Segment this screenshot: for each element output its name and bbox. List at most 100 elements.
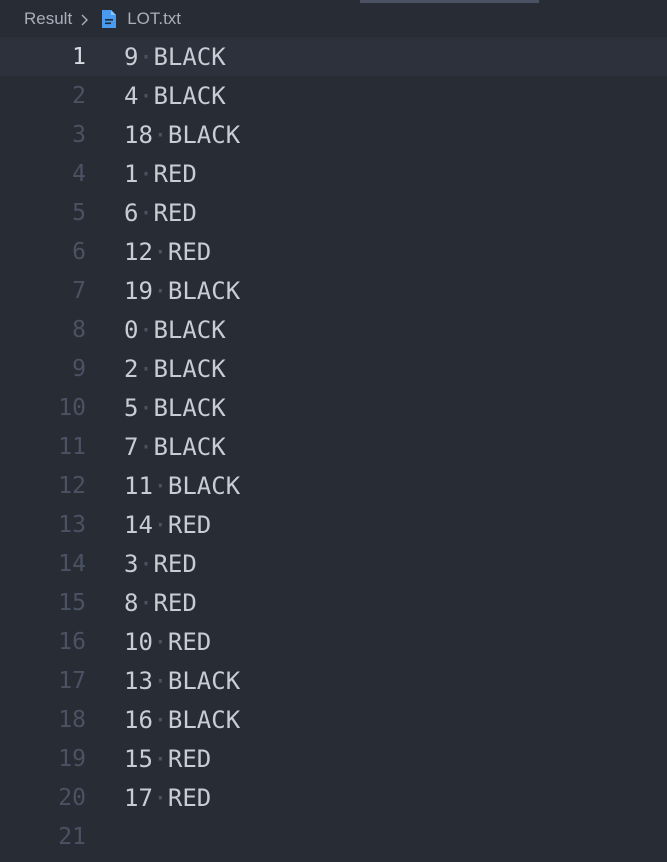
- editor-line[interactable]: 11 7·BLACK: [0, 427, 667, 466]
- editor-line[interactable]: 8 0·BLACK: [0, 310, 667, 349]
- line-color-word: BLACK: [153, 393, 226, 422]
- editor-line[interactable]: 7 19·BLACK: [0, 271, 667, 310]
- whitespace-dot-icon: ·: [138, 588, 154, 617]
- line-number: 5: [72, 199, 86, 226]
- editor-line[interactable]: 21: [0, 817, 667, 856]
- line-content: 17·RED: [124, 784, 211, 812]
- line-number-value: 16: [124, 705, 153, 734]
- line-number: 19: [58, 745, 86, 772]
- line-number-value: 7: [124, 432, 139, 461]
- line-number: 20: [58, 784, 86, 811]
- line-number: 10: [58, 394, 86, 421]
- line-content: 10·RED: [124, 628, 211, 656]
- editor-line[interactable]: 9 2·BLACK: [0, 349, 667, 388]
- line-color-word: BLACK: [153, 432, 226, 461]
- line-color-word: RED: [153, 198, 197, 227]
- line-number: 2: [72, 82, 86, 109]
- line-content: 5·BLACK: [124, 394, 226, 422]
- line-color-word: RED: [153, 159, 197, 188]
- line-number-value: 0: [124, 315, 139, 344]
- line-content: 11·BLACK: [124, 472, 240, 500]
- editor-line[interactable]: 14 3·RED: [0, 544, 667, 583]
- editor-line[interactable]: 17 13·BLACK: [0, 661, 667, 700]
- breadcrumb-file[interactable]: LOT.txt: [127, 9, 181, 29]
- whitespace-dot-icon: ·: [153, 510, 168, 539]
- line-number-value: 13: [124, 666, 153, 695]
- editor-line[interactable]: 6 12·RED: [0, 232, 667, 271]
- line-number-value: 6: [124, 198, 139, 227]
- whitespace-dot-icon: ·: [153, 471, 168, 500]
- line-number-value: 9: [124, 42, 139, 71]
- line-number-value: 1: [124, 159, 139, 188]
- editor-line[interactable]: 3 18·BLACK: [0, 115, 667, 154]
- editor-line[interactable]: 1 9·BLACK: [0, 37, 667, 76]
- breadcrumb-root[interactable]: Result: [24, 9, 72, 29]
- line-content: 16·BLACK: [124, 706, 240, 734]
- line-number-value: 17: [124, 783, 153, 812]
- line-color-word: BLACK: [167, 471, 241, 500]
- line-number: 8: [72, 316, 86, 343]
- whitespace-dot-icon: ·: [138, 432, 154, 461]
- whitespace-dot-icon: ·: [138, 315, 154, 344]
- line-number-value: 19: [124, 276, 153, 305]
- line-color-word: BLACK: [167, 705, 241, 734]
- line-content: 18·BLACK: [124, 121, 240, 149]
- whitespace-dot-icon: ·: [138, 354, 154, 383]
- editor-line[interactable]: 5 6·RED: [0, 193, 667, 232]
- line-color-word: RED: [167, 237, 212, 266]
- line-number-value: 12: [124, 237, 153, 266]
- line-color-word: BLACK: [167, 666, 241, 695]
- editor-line[interactable]: 19 15·RED: [0, 739, 667, 778]
- whitespace-dot-icon: ·: [138, 159, 154, 188]
- line-color-word: RED: [153, 549, 197, 578]
- file-text-icon: [100, 9, 118, 29]
- line-content: 4·BLACK: [124, 82, 226, 110]
- code-editor[interactable]: 1 9·BLACK 2 4·BLACK 3 18·BLACK 4 1·RED 5 6·RED 6 12…: [0, 37, 667, 862]
- line-content: 3·RED: [124, 550, 197, 578]
- line-number: 13: [58, 511, 86, 538]
- chevron-right-icon: [78, 12, 92, 26]
- line-color-word: BLACK: [153, 42, 226, 71]
- editor-line[interactable]: 20 17·RED: [0, 778, 667, 817]
- whitespace-dot-icon: ·: [153, 237, 168, 266]
- whitespace-dot-icon: ·: [138, 81, 154, 110]
- line-color-word: BLACK: [153, 315, 226, 344]
- line-content: 13·BLACK: [124, 667, 240, 695]
- line-color-word: RED: [167, 510, 212, 539]
- editor-line[interactable]: 12 11·BLACK: [0, 466, 667, 505]
- line-number: 16: [58, 628, 86, 655]
- line-color-word: RED: [167, 627, 212, 656]
- whitespace-dot-icon: ·: [153, 276, 168, 305]
- line-color-word: RED: [167, 783, 212, 812]
- line-number-value: 4: [124, 81, 139, 110]
- line-number-value: 18: [124, 120, 153, 149]
- line-number: 3: [72, 121, 86, 148]
- line-content: 1·RED: [124, 160, 197, 188]
- line-number: 1: [72, 43, 86, 70]
- breadcrumb: Result LOT.txt: [0, 0, 667, 38]
- line-color-word: RED: [167, 744, 212, 773]
- line-number: 15: [58, 589, 86, 616]
- whitespace-dot-icon: ·: [138, 42, 154, 71]
- editor-line[interactable]: 2 4·BLACK: [0, 76, 667, 115]
- whitespace-dot-icon: ·: [138, 549, 154, 578]
- line-content: 19·BLACK: [124, 277, 240, 305]
- line-number-value: 10: [124, 627, 153, 656]
- line-number-value: 15: [124, 744, 153, 773]
- whitespace-dot-icon: ·: [153, 627, 168, 656]
- line-content: 0·BLACK: [124, 316, 226, 344]
- editor-line[interactable]: 16 10·RED: [0, 622, 667, 661]
- line-number: 7: [72, 277, 86, 304]
- line-number: 6: [72, 238, 86, 265]
- line-color-word: BLACK: [153, 354, 226, 383]
- line-content: 9·BLACK: [124, 43, 226, 71]
- editor-line[interactable]: 18 16·BLACK: [0, 700, 667, 739]
- editor-line[interactable]: 4 1·RED: [0, 154, 667, 193]
- line-content: 14·RED: [124, 511, 211, 539]
- line-color-word: BLACK: [153, 81, 226, 110]
- editor-line[interactable]: 13 14·RED: [0, 505, 667, 544]
- editor-line[interactable]: 15 8·RED: [0, 583, 667, 622]
- editor-line[interactable]: 10 5·BLACK: [0, 388, 667, 427]
- whitespace-dot-icon: ·: [138, 198, 154, 227]
- line-number-value: 2: [124, 354, 139, 383]
